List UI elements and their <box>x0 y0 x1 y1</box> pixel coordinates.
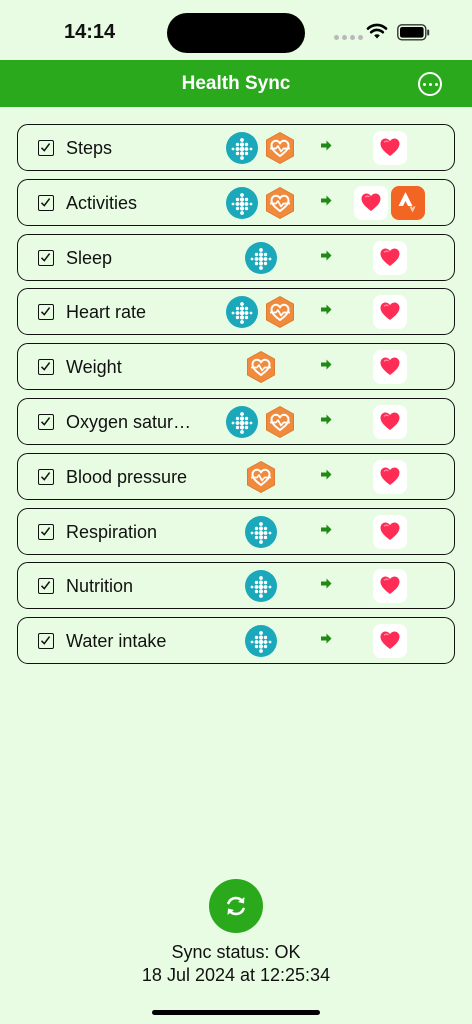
checkmark-icon <box>40 526 51 536</box>
sync-status-label: Sync status: OK <box>171 942 301 962</box>
apple-health-icon <box>354 185 388 220</box>
sync-timestamp: 18 Jul 2024 at 12:25:34 <box>141 965 331 985</box>
status-bar: 14:14 <box>0 0 472 60</box>
fitbit-icon <box>226 186 258 219</box>
fitbit-icon <box>245 241 277 274</box>
checkmark-icon <box>40 143 51 152</box>
row-label: Blood pressure <box>66 466 188 487</box>
checkbox[interactable] <box>38 468 54 485</box>
home-indicator <box>152 1010 320 1015</box>
list-item[interactable]: Weight <box>17 343 455 391</box>
page-title: Health Sync <box>181 73 291 94</box>
apple-health-icon <box>373 624 407 659</box>
row-label: Steps <box>66 138 113 158</box>
sync-type-list: Steps Activities Sleep Heart rate Weight… <box>17 124 455 672</box>
cellular-signal-icon <box>334 35 363 40</box>
health-connect-icon <box>265 405 295 439</box>
row-label: Sleep <box>66 247 113 268</box>
list-item[interactable]: Respiration <box>17 507 455 555</box>
row-label: Heart rate <box>66 302 147 323</box>
sync-status: Sync status: OK 18 Jul 2024 at 12:25:34 <box>0 941 472 987</box>
checkbox[interactable] <box>38 578 54 595</box>
checkmark-icon <box>40 252 51 262</box>
apple-health-icon <box>373 350 407 385</box>
health-connect-icon <box>265 295 295 329</box>
checkmark-icon <box>40 417 51 426</box>
checkmark-icon <box>40 581 51 591</box>
checkbox[interactable] <box>38 633 54 650</box>
more-options-button[interactable] <box>418 72 442 96</box>
arrow-right-icon <box>321 359 332 370</box>
apple-health-icon <box>373 569 407 604</box>
list-item[interactable]: Heart rate <box>17 288 455 336</box>
apple-health-icon <box>373 240 407 275</box>
nav-bar: Health Sync <box>0 60 472 107</box>
list-item[interactable]: Water intake <box>17 617 455 665</box>
fitbit-icon <box>226 296 258 329</box>
health-connect-icon <box>246 350 276 384</box>
clock: 14:14 <box>64 21 116 43</box>
arrow-right-icon <box>321 195 332 206</box>
fitbit-icon <box>245 515 277 548</box>
strava-icon <box>391 185 425 220</box>
row-label: Nutrition <box>66 576 134 597</box>
apple-health-icon <box>373 459 407 494</box>
checkbox[interactable] <box>38 413 54 430</box>
sync-button[interactable] <box>209 879 263 933</box>
fitbit-icon <box>226 405 258 438</box>
list-item[interactable]: Sleep <box>17 233 455 281</box>
checkbox[interactable] <box>38 304 54 321</box>
checkbox[interactable] <box>38 194 54 211</box>
dynamic-island <box>167 13 305 53</box>
checkmark-icon <box>40 307 51 317</box>
arrow-right-icon <box>321 414 332 425</box>
row-label: Oxygen satur… <box>66 411 192 432</box>
apple-health-icon <box>373 404 407 439</box>
checkbox[interactable] <box>38 359 54 376</box>
list-item[interactable]: Steps <box>17 124 455 171</box>
arrow-right-icon <box>321 140 332 151</box>
apple-health-icon <box>373 514 407 549</box>
list-item[interactable]: Nutrition <box>17 562 455 610</box>
row-label: Respiration <box>66 521 158 542</box>
apple-health-icon <box>373 131 407 165</box>
checkmark-icon <box>40 362 51 371</box>
arrow-right-icon <box>321 304 332 315</box>
checkmark-icon <box>40 197 51 207</box>
health-connect-icon <box>265 186 295 220</box>
apple-health-icon <box>373 295 407 330</box>
fitbit-icon <box>245 570 277 603</box>
checkbox[interactable] <box>38 140 54 156</box>
health-connect-icon <box>246 460 276 494</box>
list-item[interactable]: Activities <box>17 178 455 226</box>
battery-icon <box>397 24 430 41</box>
checkmark-icon <box>40 471 51 481</box>
fitbit-icon <box>245 625 277 658</box>
arrow-right-icon <box>321 524 332 535</box>
checkbox[interactable] <box>38 523 54 540</box>
row-label: Activities <box>66 192 138 213</box>
sync-arrows-icon <box>227 896 245 916</box>
arrow-right-icon <box>321 633 332 644</box>
wifi-icon <box>366 23 388 39</box>
list-item[interactable]: Oxygen satur… <box>17 397 455 445</box>
row-label: Weight <box>66 357 122 378</box>
row-label: Water intake <box>66 631 167 652</box>
arrow-right-icon <box>321 469 332 480</box>
health-connect-icon <box>265 131 295 165</box>
list-item[interactable]: Blood pressure <box>17 452 455 500</box>
fitbit-icon <box>226 132 258 164</box>
checkbox[interactable] <box>38 249 54 266</box>
checkmark-icon <box>40 636 51 645</box>
arrow-right-icon <box>321 578 332 589</box>
arrow-right-icon <box>321 250 332 261</box>
